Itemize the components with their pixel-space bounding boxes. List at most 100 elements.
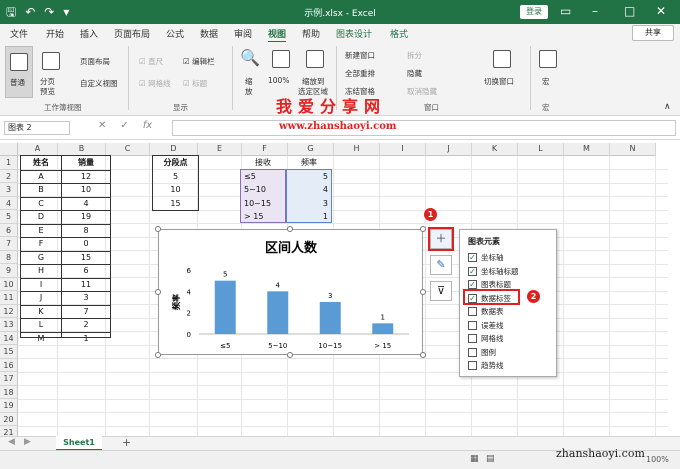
row-header-2[interactable]: 2 xyxy=(0,169,18,183)
page-layout-status-icon[interactable]: ▤ xyxy=(486,454,495,464)
chart-resize-handle[interactable] xyxy=(287,226,293,232)
chart-element-option[interactable]: 趋势线 xyxy=(468,360,504,371)
row-header-20[interactable]: 20 xyxy=(0,412,18,426)
share-button[interactable]: 共享 xyxy=(632,25,674,41)
prev-sheet-icon[interactable]: ◀ xyxy=(8,437,15,447)
tab-file[interactable]: 文件 xyxy=(10,27,28,40)
tab-insert[interactable]: 插入 xyxy=(80,27,98,40)
zoom-100-button[interactable]: 100% xyxy=(268,48,294,98)
row-header-13[interactable]: 13 xyxy=(0,318,18,332)
ruler-checkbox[interactable]: ☑ 直尺 xyxy=(139,56,163,67)
tab-data[interactable]: 数据 xyxy=(200,27,218,40)
chart-resize-handle[interactable] xyxy=(420,226,426,232)
cell-F1[interactable]: 接收 xyxy=(240,156,286,170)
column-header-F[interactable]: F xyxy=(242,143,288,156)
formula-input[interactable] xyxy=(172,120,676,136)
row-header-17[interactable]: 17 xyxy=(0,372,18,386)
column-header-G[interactable]: G xyxy=(288,143,334,156)
zoom-selection-button[interactable]: 缩放到 选定区域 xyxy=(298,48,332,98)
chart-styles-button[interactable]: ✎ xyxy=(430,255,452,275)
chart-element-option[interactable]: 数据表 xyxy=(468,306,504,317)
row-header-7[interactable]: 7 xyxy=(0,237,18,251)
tab-review[interactable]: 审阅 xyxy=(234,27,252,40)
chart-resize-handle[interactable] xyxy=(420,352,426,358)
select-all-corner[interactable] xyxy=(0,143,18,156)
cell-G1[interactable]: 频率 xyxy=(286,156,332,170)
zoom-level[interactable]: 100% xyxy=(646,455,669,464)
macros-button[interactable]: 宏 xyxy=(538,48,558,98)
tab-page-layout[interactable]: 页面布局 xyxy=(114,27,150,40)
add-sheet-button[interactable]: + xyxy=(122,436,131,449)
tab-formulas[interactable]: 公式 xyxy=(166,27,184,40)
option-checkbox[interactable]: ✓ xyxy=(468,280,477,289)
column-header-E[interactable]: E xyxy=(198,143,242,156)
column-header-H[interactable]: H xyxy=(334,143,380,156)
cell-F4[interactable]: 10~15 xyxy=(244,197,286,211)
normal-view-status-icon[interactable]: ▦ xyxy=(470,454,479,464)
tab-view[interactable]: 视图 xyxy=(268,27,287,43)
zoom-button[interactable]: 🔍 缩 放 xyxy=(240,48,260,98)
cell-G4[interactable]: 3 xyxy=(286,197,328,211)
hide-button[interactable]: 隐藏 xyxy=(407,68,422,79)
formula-bar-checkbox[interactable]: ☑ 编辑栏 xyxy=(183,56,215,67)
maximize-icon[interactable]: □ xyxy=(624,3,635,19)
normal-view-button[interactable]: 普通 xyxy=(5,46,33,98)
chart-element-option[interactable]: ✓ 坐标轴 xyxy=(468,252,504,263)
column-header-I[interactable]: I xyxy=(380,143,426,156)
row-header-11[interactable]: 11 xyxy=(0,291,18,305)
chart-element-option[interactable]: ✓ 坐标轴标题 xyxy=(468,266,519,277)
cell-F5[interactable]: > 15 xyxy=(244,210,286,224)
option-checkbox[interactable] xyxy=(468,307,477,316)
cell-G2[interactable]: 5 xyxy=(286,170,328,184)
chart-resize-handle[interactable] xyxy=(155,352,161,358)
column-header-K[interactable]: K xyxy=(472,143,518,156)
new-window-button[interactable]: 新建窗口 xyxy=(345,50,375,61)
headings-checkbox[interactable]: ☑ 标题 xyxy=(183,78,207,89)
close-icon[interactable]: ✕ xyxy=(656,3,666,19)
tab-chart-design[interactable]: 图表设计 xyxy=(336,27,372,40)
tab-home[interactable]: 开始 xyxy=(46,27,64,40)
name-box[interactable]: 图表 2 xyxy=(4,121,70,135)
row-header-8[interactable]: 8 xyxy=(0,250,18,264)
row-header-1[interactable]: 1 xyxy=(0,156,18,170)
tab-help[interactable]: 帮助 xyxy=(302,27,320,40)
custom-view-button[interactable]: 自定义视图 xyxy=(80,78,118,89)
cell-F3[interactable]: 5~10 xyxy=(244,183,286,197)
split-button[interactable]: 拆分 xyxy=(407,50,422,61)
row-header-14[interactable]: 14 xyxy=(0,331,18,345)
row-header-12[interactable]: 12 xyxy=(0,304,18,318)
option-checkbox[interactable] xyxy=(468,334,477,343)
chart-resize-handle[interactable] xyxy=(155,289,161,295)
row-header-5[interactable]: 5 xyxy=(0,210,18,224)
cell-G5[interactable]: 1 xyxy=(286,210,328,224)
row-header-9[interactable]: 9 xyxy=(0,264,18,278)
column-header-N[interactable]: N xyxy=(610,143,656,156)
gridlines-checkbox[interactable]: ☑ 网格线 xyxy=(139,78,171,89)
next-sheet-icon[interactable]: ▶ xyxy=(24,437,31,447)
row-header-18[interactable]: 18 xyxy=(0,385,18,399)
chart-resize-handle[interactable] xyxy=(155,226,161,232)
unhide-button[interactable]: 取消隐藏 xyxy=(407,86,437,97)
cell-F2[interactable]: ≤5 xyxy=(244,170,286,184)
collapse-ribbon-icon[interactable]: ∧ xyxy=(664,102,671,112)
chart-element-option[interactable]: 图例 xyxy=(468,347,496,358)
chart-resize-handle[interactable] xyxy=(420,289,426,295)
option-checkbox[interactable] xyxy=(468,361,477,370)
chart-filters-button[interactable]: ⊽ xyxy=(430,281,452,301)
column-header-M[interactable]: M xyxy=(564,143,610,156)
row-header-4[interactable]: 4 xyxy=(0,196,18,210)
cancel-icon[interactable]: ✕ xyxy=(98,120,106,131)
option-checkbox[interactable] xyxy=(468,320,477,330)
row-header-3[interactable]: 3 xyxy=(0,183,18,197)
column-header-L[interactable]: L xyxy=(518,143,564,156)
switch-windows-button[interactable]: 切换窗口 xyxy=(484,48,520,98)
option-checkbox[interactable]: ✓ xyxy=(468,266,477,276)
row-header-19[interactable]: 19 xyxy=(0,399,18,413)
arrange-all-button[interactable]: 全部重排 xyxy=(345,68,375,79)
option-checkbox[interactable]: ✓ xyxy=(468,253,477,262)
tab-format[interactable]: 格式 xyxy=(390,27,408,40)
chart-element-option[interactable]: 误差线 xyxy=(468,320,504,331)
chart-resize-handle[interactable] xyxy=(287,352,293,358)
page-layout-view-button[interactable]: 页面布局 xyxy=(80,56,110,67)
row-header-16[interactable]: 16 xyxy=(0,358,18,372)
